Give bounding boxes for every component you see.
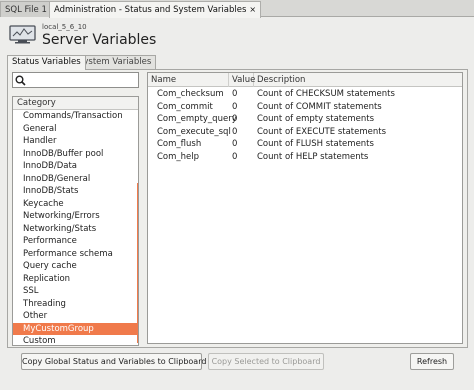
category-item[interactable]: SSL <box>13 285 138 298</box>
category-item[interactable]: Networking/Stats <box>13 223 138 236</box>
copy-all-button[interactable]: Copy Global Status and Variables to Clip… <box>21 353 206 370</box>
column-header-value[interactable]: Value <box>229 73 255 87</box>
category-item[interactable]: InnoDB/Stats <box>13 185 138 198</box>
category-item[interactable]: InnoDB/General <box>13 173 138 186</box>
category-item[interactable]: Threading <box>13 298 138 311</box>
search-input[interactable] <box>12 72 139 88</box>
column-header-name[interactable]: Name <box>148 73 229 87</box>
category-item[interactable]: MyCustomGroup <box>13 322 138 335</box>
cell-name: Com_empty_query <box>157 114 237 124</box>
cell-value: 0 <box>232 114 238 124</box>
copy-selected-button[interactable]: Copy Selected to Clipboard <box>208 353 324 370</box>
cell-value: 0 <box>232 126 238 137</box>
cell-description: Count of EXECUTE statements <box>257 126 387 137</box>
cell-name: Com_execute_sql <box>157 126 231 137</box>
cell-description: Count of HELP statements <box>257 151 369 162</box>
page-title: Server Variables <box>42 32 157 48</box>
category-item[interactable]: InnoDB/Buffer pool <box>13 148 138 161</box>
category-items: Commands/Transaction General Handler InnoDB… <box>13 110 138 345</box>
search-icon <box>15 75 26 86</box>
tab-status-variables[interactable]: Status Variables <box>7 55 86 70</box>
category-item[interactable]: Query cache <box>13 260 138 273</box>
table-row[interactable]: Com_help 0 Count of HELP statements <box>148 151 462 164</box>
variables-table: Name Value Description Com_checksum 0 Coun… <box>147 72 463 344</box>
cell-name: Com_checksum <box>157 89 224 99</box>
monitor-icon <box>9 25 36 44</box>
category-item[interactable]: Custom <box>13 335 138 345</box>
page-header: local_5_6_10 Server Variables <box>0 17 474 52</box>
table-row[interactable]: Com_execute_sql 0 Count of EXECUTE stateme… <box>148 126 462 139</box>
close-icon[interactable]: × <box>249 5 256 14</box>
category-item[interactable]: Keycache <box>13 198 138 211</box>
table-row[interactable]: Com_empty_query 0 Count of empty statement… <box>148 113 462 126</box>
cell-value: 0 <box>232 139 238 149</box>
category-list[interactable]: Category Commands/Transaction General Hand… <box>12 96 139 346</box>
category-item[interactable]: Commands/Transaction <box>13 110 138 123</box>
cell-description: Count of empty statements <box>257 114 374 124</box>
tab-label: Administration - Status and System Varia… <box>54 5 247 15</box>
cell-description: Count of COMMIT statements <box>257 101 382 112</box>
table-row[interactable]: Com_commit 0 Count of COMMIT statements <box>148 101 462 114</box>
category-header[interactable]: Category <box>13 97 138 110</box>
table-row[interactable]: Com_flush 0 Count of FLUSH statements <box>148 138 462 151</box>
category-scrollbar[interactable] <box>137 183 138 343</box>
cell-value: 0 <box>232 101 238 112</box>
category-item[interactable]: Networking/Errors <box>13 210 138 223</box>
category-item[interactable]: General <box>13 123 138 136</box>
table-row[interactable]: Com_checksum 0 Count of CHECKSUM statement… <box>148 88 462 101</box>
cell-name: Com_help <box>157 151 200 162</box>
column-header-description[interactable]: Description <box>254 73 462 87</box>
category-item[interactable]: Performance schema <box>13 248 138 261</box>
cell-name: Com_commit <box>157 101 213 112</box>
category-item[interactable]: InnoDB/Data <box>13 160 138 173</box>
cell-value: 0 <box>232 151 238 162</box>
category-item[interactable]: Handler <box>13 135 138 148</box>
table-header: Name Value Description <box>148 73 462 87</box>
refresh-button[interactable]: Refresh <box>410 353 454 370</box>
cell-description: Count of FLUSH statements <box>257 139 374 149</box>
cell-name: Com_flush <box>157 139 202 149</box>
category-item[interactable]: Performance <box>13 235 138 248</box>
tab-administration[interactable]: Administration - Status and System Varia… <box>49 1 262 18</box>
category-item[interactable]: Other <box>13 310 138 323</box>
connection-name: local_5_6_10 <box>42 23 87 31</box>
document-tab-bar: SQL File 1 × Administration - Status and … <box>0 0 474 18</box>
cell-value: 0 <box>232 89 238 99</box>
cell-description: Count of CHECKSUM statements <box>257 89 395 99</box>
category-item[interactable]: Replication <box>13 273 138 286</box>
tab-label: SQL File 1 <box>5 5 47 15</box>
